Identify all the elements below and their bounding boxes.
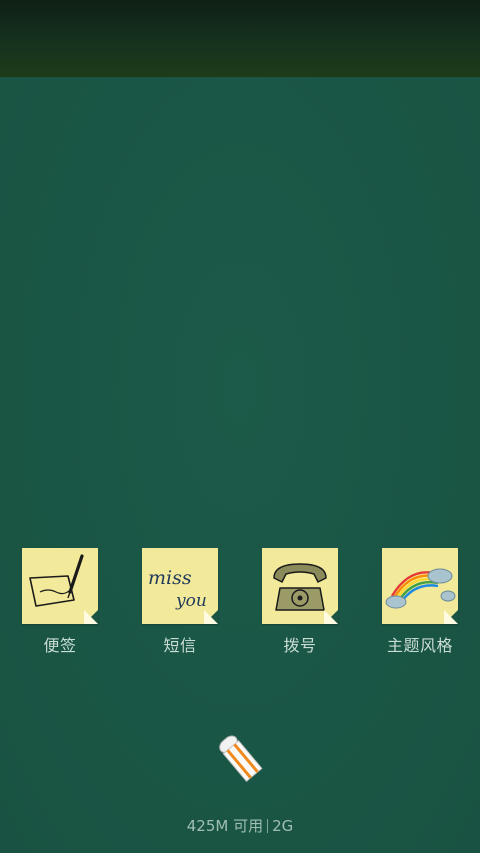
app-notes[interactable]: 便签 (0, 548, 120, 658)
rainbow-note-icon (382, 548, 458, 624)
pen-paper-note-icon (22, 548, 98, 624)
memory-status-bar: 425M 可用 2G (0, 815, 480, 836)
note-text-miss: miss (148, 567, 192, 589)
miss-you-note-icon: miss you (142, 548, 218, 624)
app-label-messages: 短信 (163, 636, 197, 655)
note-text-you: you (175, 591, 207, 611)
app-messages[interactable]: miss you 短信 (120, 548, 240, 658)
top-shadow-bar (0, 0, 480, 77)
app-label-themes: 主题风格 (386, 636, 453, 655)
app-dialer[interactable]: 拨号 (240, 548, 360, 658)
app-themes[interactable]: 主题风格 (360, 548, 480, 658)
network-type-text: 2G (272, 817, 294, 835)
app-dock: 便签 miss you 短信 拨号 主题风格 (0, 548, 480, 658)
status-divider (267, 819, 269, 833)
app-label-dialer: 拨号 (283, 636, 317, 655)
memory-available-text: 425M 可用 (186, 817, 264, 835)
app-label-notes: 便签 (43, 636, 77, 655)
eraser-clear-memory-icon[interactable] (214, 732, 266, 784)
telephone-note-icon (262, 548, 338, 624)
